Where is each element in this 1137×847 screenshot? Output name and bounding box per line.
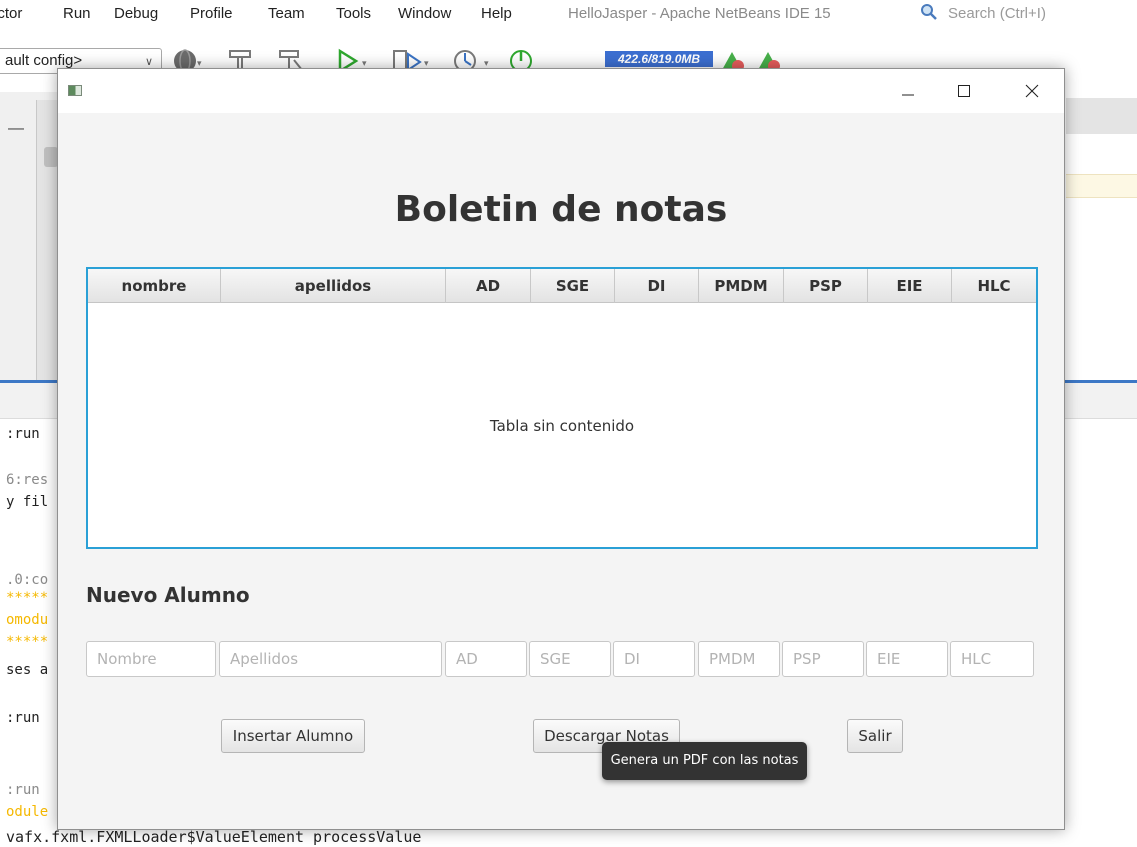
output-line: odule xyxy=(6,804,49,820)
ide-menu-refactor[interactable]: ictor xyxy=(0,5,22,22)
ide-editor-area xyxy=(1066,98,1137,383)
ide-config-value: ault config> xyxy=(5,52,83,69)
ide-search-box[interactable]: Search (Ctrl+I) xyxy=(920,3,1137,27)
insert-student-button[interactable]: Insertar Alumno xyxy=(221,719,365,753)
apellidos-input[interactable] xyxy=(219,641,442,677)
ide-menu-help[interactable]: Help xyxy=(481,5,512,22)
ide-menu-run[interactable]: Run xyxy=(63,5,91,22)
svg-text:▾: ▾ xyxy=(197,58,202,68)
output-line: :run xyxy=(6,426,40,442)
close-icon xyxy=(1025,84,1039,98)
page-title: Boletin de notas xyxy=(394,189,728,230)
memory-indicator[interactable]: 422.6/819.0MB xyxy=(605,51,713,67)
ide-menubar: ictor Run Debug Profile Team Tools Windo… xyxy=(0,0,1137,30)
output-line: .0:co xyxy=(6,572,49,588)
output-line: 6:res xyxy=(6,472,49,488)
ide-menu-team[interactable]: Team xyxy=(268,5,305,22)
eie-input[interactable] xyxy=(866,641,948,677)
column-header-nombre[interactable]: nombre xyxy=(88,269,221,303)
column-header-ad[interactable]: AD xyxy=(446,269,531,303)
column-header-eie[interactable]: EIE xyxy=(868,269,952,303)
sge-input[interactable] xyxy=(529,641,611,677)
output-line: :run xyxy=(6,710,40,726)
ide-menu-tools[interactable]: Tools xyxy=(336,5,371,22)
hlc-input[interactable] xyxy=(950,641,1034,677)
ide-menu-window[interactable]: Window xyxy=(398,5,451,22)
download-tooltip: Genera un PDF con las notas xyxy=(602,742,807,780)
section-title-nuevo-alumno: Nuevo Alumno xyxy=(86,583,250,607)
output-line: :run xyxy=(6,782,40,798)
window-titlebar[interactable] xyxy=(58,69,1064,113)
ide-editor-tabs xyxy=(1066,98,1137,134)
psp-input[interactable] xyxy=(782,641,864,677)
chevron-down-icon: ∨ xyxy=(144,56,153,68)
app-window: Boletin de notas nombre apellidos AD SGE… xyxy=(57,68,1065,830)
column-header-psp[interactable]: PSP xyxy=(784,269,868,303)
svg-text:▾: ▾ xyxy=(362,58,367,68)
ide-projects-panel: — xyxy=(0,92,60,382)
search-icon xyxy=(921,4,937,20)
column-header-sge[interactable]: SGE xyxy=(531,269,615,303)
pmdm-input[interactable] xyxy=(698,641,780,677)
maximize-icon xyxy=(958,85,970,97)
ide-search-placeholder: Search (Ctrl+I) xyxy=(948,5,1046,22)
svg-text:▾: ▾ xyxy=(424,58,429,68)
exit-button[interactable]: Salir xyxy=(847,719,903,753)
output-line: ***** xyxy=(6,634,49,650)
di-input[interactable] xyxy=(613,641,695,677)
output-line: omodu xyxy=(6,612,49,628)
output-line: ***** xyxy=(6,590,49,606)
ide-window-title: HelloJasper - Apache NetBeans IDE 15 xyxy=(568,5,831,22)
column-header-apellidos[interactable]: apellidos xyxy=(221,269,446,303)
ide-tab-stub[interactable] xyxy=(44,147,58,167)
ide-menu-debug[interactable]: Debug xyxy=(114,5,158,22)
minimize-button[interactable] xyxy=(885,69,931,113)
svg-text:▾: ▾ xyxy=(484,58,489,68)
column-header-pmdm[interactable]: PMDM xyxy=(699,269,784,303)
minimize-panel-icon[interactable]: — xyxy=(8,120,24,138)
close-button[interactable] xyxy=(1009,69,1055,113)
table-empty-placeholder: Tabla sin contenido xyxy=(489,417,635,435)
ad-input[interactable] xyxy=(445,641,527,677)
minimize-icon xyxy=(902,94,914,96)
output-line: y fil xyxy=(6,494,49,510)
maximize-button[interactable] xyxy=(941,69,987,113)
java-app-icon xyxy=(68,85,82,96)
nombre-input[interactable] xyxy=(86,641,216,677)
ide-output-console: :run 6:res y fil .0:co ***** omodu *****… xyxy=(0,420,60,847)
ide-menu-profile[interactable]: Profile xyxy=(190,5,233,22)
table-header: nombre apellidos AD SGE DI PMDM PSP EIE … xyxy=(88,269,1036,303)
output-line: ses a xyxy=(6,662,49,678)
ide-highlighted-line xyxy=(1066,174,1137,198)
output-line-bottom: vafx.fxml.FXMLLoader$ValueElement proces… xyxy=(6,828,422,846)
column-header-di[interactable]: DI xyxy=(615,269,699,303)
column-header-hlc[interactable]: HLC xyxy=(952,269,1036,303)
grades-table[interactable]: nombre apellidos AD SGE DI PMDM PSP EIE … xyxy=(86,267,1038,549)
screen: ictor Run Debug Profile Team Tools Windo… xyxy=(0,0,1137,847)
